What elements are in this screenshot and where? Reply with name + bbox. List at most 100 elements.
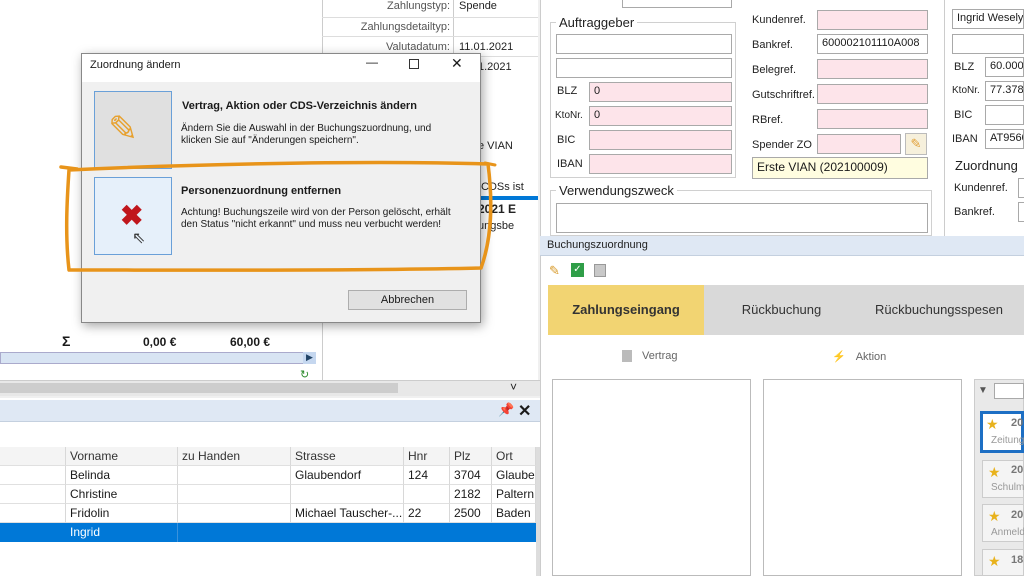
cell-ort[interactable]: Paltern xyxy=(492,485,536,504)
gutschriftref-field[interactable] xyxy=(817,84,928,104)
date-value-2: 1.2021 xyxy=(478,61,512,73)
star-icon: ★ xyxy=(988,508,1001,524)
grid-vertical-scroll[interactable] xyxy=(536,447,540,576)
cancel-button[interactable]: Abbrechen xyxy=(348,290,467,310)
table-row[interactable] xyxy=(0,485,66,504)
left-scroll-thumb xyxy=(0,383,398,393)
grid-header-zu-handen[interactable]: zu Handen xyxy=(178,447,291,466)
cds-filter-input[interactable] xyxy=(994,383,1024,399)
cell-zu-handen[interactable] xyxy=(178,466,291,485)
right-bankref-field[interactable] xyxy=(1018,202,1024,222)
pencil-edit-button[interactable]: ✎ xyxy=(905,133,927,155)
cell-ort[interactable]: Glaube xyxy=(492,466,536,485)
right-blz-field[interactable]: 60.000 xyxy=(985,57,1024,77)
maximize-button[interactable] xyxy=(409,59,419,69)
aktion-list[interactable] xyxy=(763,379,962,576)
cell-plz[interactable]: 2182 xyxy=(450,485,492,504)
right-bankref-label: Bankref. xyxy=(954,206,995,218)
cell-hnr[interactable] xyxy=(404,485,450,504)
ktonr-field[interactable]: 0 xyxy=(589,106,732,126)
toolbar-save-icon[interactable] xyxy=(594,264,606,277)
right-iban-field[interactable]: AT9560 xyxy=(985,129,1024,149)
table-row[interactable] xyxy=(0,504,66,523)
auftraggeber-title: Auftraggeber xyxy=(556,15,638,30)
bic-label: BIC xyxy=(557,134,576,146)
cell-ort[interactable]: Baden xyxy=(492,504,536,523)
cell-plz[interactable]: 3704 xyxy=(450,466,492,485)
highlight-annotation xyxy=(59,160,497,272)
bic-field[interactable] xyxy=(589,130,732,150)
spender-zo-label: Spender ZO xyxy=(752,139,812,151)
rbref-label: RBref. xyxy=(752,114,784,126)
close-icon[interactable]: ✕ xyxy=(518,401,531,421)
vertrag-list[interactable] xyxy=(552,379,751,576)
sigma-label: Σ xyxy=(62,333,71,349)
rbref-field[interactable] xyxy=(817,109,928,129)
erste-vian-field[interactable]: Erste VIAN (202100009) xyxy=(752,157,928,179)
cell-vorname[interactable]: Fridolin xyxy=(66,504,178,523)
aktion-label: Aktion xyxy=(855,351,887,363)
cell-vorname[interactable]: Christine xyxy=(66,485,178,504)
auftraggeber-name-2[interactable] xyxy=(556,58,732,78)
star-icon: ★ xyxy=(988,464,1001,480)
bankref-label: Bankref. xyxy=(752,39,793,51)
tab-zahlungseingang-label: Zahlungseingang xyxy=(572,302,680,317)
zahlungstyp-label: Zahlungstyp: xyxy=(387,0,450,12)
grid-header-vorname[interactable]: Vorname xyxy=(66,447,178,466)
grid-header-plz[interactable]: Plz xyxy=(450,447,492,466)
auftraggeber-name-1[interactable] xyxy=(556,34,732,54)
right-ktonr-field[interactable]: 77.378.5 xyxy=(985,81,1024,101)
aktion-header[interactable]: ⚡ Aktion xyxy=(832,350,886,363)
cell-strasse[interactable] xyxy=(291,485,404,504)
belegref-field[interactable] xyxy=(817,59,928,79)
filter-icon[interactable]: ▼ xyxy=(978,385,988,396)
refresh-icon[interactable]: ↻ xyxy=(300,368,309,381)
tab-rueckbuchungsspesen[interactable]: Rückbuchungsspesen xyxy=(859,285,1019,335)
iban-field[interactable] xyxy=(589,154,732,174)
grid-header-strasse[interactable]: Strasse xyxy=(291,447,404,466)
pin-icon[interactable]: 📌 xyxy=(498,402,514,418)
blz-field[interactable]: 0 xyxy=(589,82,732,102)
minimize-button[interactable]: — xyxy=(366,55,378,69)
cell-plz[interactable]: 2500 xyxy=(450,504,492,523)
verwendungszweck-field[interactable] xyxy=(556,203,928,233)
belegref-label: Belegref. xyxy=(752,64,797,76)
grid-header-ort[interactable]: Ort xyxy=(492,447,536,466)
spender-zo-field[interactable] xyxy=(817,134,901,154)
valutadatum-label: Valutadatum: xyxy=(385,41,450,53)
cell-hnr[interactable]: 124 xyxy=(404,466,450,485)
cds-card-4-num: 18 xyxy=(1011,554,1024,566)
bankref-field[interactable]: 600002101110A008 xyxy=(817,34,928,54)
cell-zu-handen[interactable] xyxy=(178,485,291,504)
divider xyxy=(322,17,538,18)
right-empty-field[interactable] xyxy=(952,34,1024,54)
cell-zu-handen[interactable] xyxy=(178,504,291,523)
cell-hnr[interactable]: 22 xyxy=(404,504,450,523)
toolbar-pencil-icon[interactable]: ✎ xyxy=(549,263,560,279)
cell-vorname[interactable]: Ingrid xyxy=(66,523,178,542)
horizontal-scrollbar[interactable] xyxy=(0,352,316,364)
cell-vorname[interactable]: Belinda xyxy=(66,466,178,485)
chevron-down-icon[interactable]: ˅ xyxy=(510,380,517,394)
tab-rueckbuchung[interactable]: Rückbuchung xyxy=(704,285,859,335)
cell-strasse[interactable]: Glaubendorf xyxy=(291,466,404,485)
scroll-right-icon[interactable]: ▶ xyxy=(303,352,316,364)
right-bic-field[interactable] xyxy=(985,105,1024,125)
lightning-icon: ⚡ xyxy=(832,351,846,363)
grid-header-hnr[interactable]: Hnr xyxy=(404,447,450,466)
dialog-close-button[interactable]: ✕ xyxy=(451,55,463,72)
vertrag-label: Vertrag xyxy=(642,350,678,362)
cds-card-3-num: 20 xyxy=(1011,509,1024,521)
right-kundenref-field[interactable] xyxy=(1018,178,1024,198)
toolbar-check-icon[interactable]: ✓ xyxy=(571,263,584,277)
tab-zahlungseingang[interactable]: Zahlungseingang xyxy=(548,285,704,335)
vertrag-header[interactable]: Vertrag xyxy=(622,350,678,363)
kundenref-field[interactable] xyxy=(817,10,928,30)
right-zuordnung-title: Zuordnung xyxy=(952,158,1021,173)
valutadatum-field-top[interactable] xyxy=(622,0,732,8)
table-row[interactable] xyxy=(0,466,66,485)
right-kundenref-label: Kundenref. xyxy=(954,182,1008,194)
cell-strasse[interactable]: Michael Tauscher-... xyxy=(291,504,404,523)
name-field[interactable]: Ingrid Wesely xyxy=(952,9,1024,29)
tab-rueckbuchungsspesen-label: Rückbuchungsspesen xyxy=(875,302,1003,317)
